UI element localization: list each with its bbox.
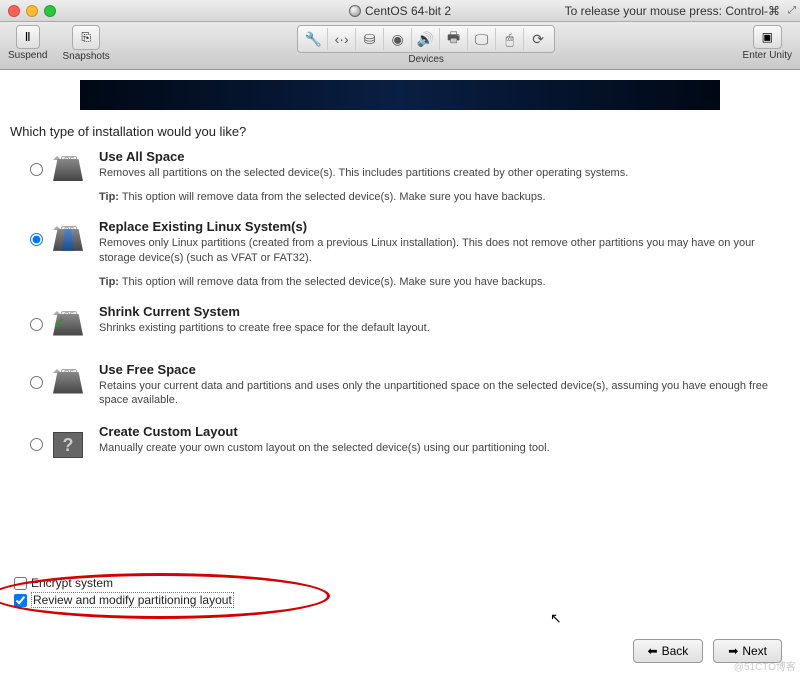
option-shrink[interactable]: OS Shrink Current System Shrinks existin…	[30, 304, 790, 346]
mouse-cursor-icon: ↖	[550, 610, 562, 627]
option-title: Use All Space	[99, 149, 790, 164]
close-window-button[interactable]	[8, 5, 20, 17]
snapshots-button[interactable]: ⎘	[72, 25, 100, 50]
review-layout-checkbox[interactable]	[14, 594, 27, 607]
option-desc: Retains your current data and partitions…	[99, 379, 790, 409]
device-refresh-icon[interactable]: ⟳	[524, 28, 552, 50]
device-display-icon[interactable]: 🖵	[468, 28, 496, 50]
titlebar: CentOS 64-bit 2 To release your mouse pr…	[0, 0, 800, 22]
option-tip: Tip: This option will remove data from t…	[99, 276, 790, 288]
option-replace-linux[interactable]: OS Replace Existing Linux System(s) Remo…	[30, 219, 790, 288]
radio-replace-linux[interactable]	[30, 233, 43, 246]
option-desc: Shrinks existing partitions to create fr…	[99, 321, 790, 336]
installer-content: Which type of installation would you lik…	[0, 70, 800, 675]
watermark: @51CTO博客	[734, 658, 796, 673]
arrow-left-icon: ⬅	[648, 644, 658, 658]
radio-shrink[interactable]	[30, 318, 43, 331]
back-button[interactable]: ⬅ Back	[633, 639, 704, 663]
option-free-space[interactable]: OS Use Free Space Retains your current d…	[30, 362, 790, 409]
review-layout-row[interactable]: Review and modify partitioning layout	[14, 592, 234, 608]
zoom-window-button[interactable]	[44, 5, 56, 17]
option-desc: Manually create your own custom layout o…	[99, 441, 790, 456]
next-label: Next	[742, 644, 767, 658]
window-title: CentOS 64-bit 2	[349, 4, 451, 18]
device-wrench-icon[interactable]: 🔧	[300, 28, 328, 50]
device-printer-icon[interactable]: 🖶	[440, 28, 468, 50]
radio-free-space[interactable]	[30, 376, 43, 389]
enter-unity-label: Enter Unity	[743, 50, 792, 61]
option-title: Use Free Space	[99, 362, 790, 377]
suspend-button[interactable]: Ⅱ	[16, 25, 40, 49]
suspend-label: Suspend	[8, 50, 47, 61]
encrypt-system-checkbox[interactable]	[14, 577, 27, 590]
option-title: Shrink Current System	[99, 304, 790, 319]
review-layout-label: Review and modify partitioning layout	[31, 592, 234, 608]
toolbar: Ⅱ Suspend ⎘ Snapshots 🔧 ‹·› ⛁ ◉ 🔊 🖶 🖵 🖱 …	[0, 22, 800, 70]
installer-banner	[80, 80, 720, 110]
question-mark-icon: ?	[53, 432, 83, 458]
radio-custom[interactable]	[30, 438, 43, 451]
snapshots-icon: ⎘	[81, 30, 91, 45]
option-desc: Removes only Linux partitions (created f…	[99, 236, 790, 266]
radio-use-all-space[interactable]	[30, 163, 43, 176]
pause-icon: Ⅱ	[25, 30, 31, 44]
snapshots-label: Snapshots	[62, 51, 109, 62]
devices-group: 🔧 ‹·› ⛁ ◉ 🔊 🖶 🖵 🖱 ⟳	[297, 25, 555, 53]
option-title: Replace Existing Linux System(s)	[99, 219, 790, 234]
device-network-icon[interactable]: ‹·›	[328, 28, 356, 50]
device-harddisk-icon[interactable]: ⛁	[356, 28, 384, 50]
enter-unity-button[interactable]: ▣	[753, 25, 782, 49]
devices-label: Devices	[408, 54, 444, 65]
back-label: Back	[662, 644, 689, 658]
option-custom[interactable]: ? Create Custom Layout Manually create y…	[30, 424, 790, 458]
option-tip: Tip: This option will remove data from t…	[99, 191, 790, 203]
option-title: Create Custom Layout	[99, 424, 790, 439]
option-desc: Removes all partitions on the selected d…	[99, 166, 790, 181]
option-use-all-space[interactable]: OS Use All Space Removes all partitions …	[30, 149, 790, 203]
encrypt-system-label: Encrypt system	[31, 576, 113, 590]
expand-icon[interactable]: ⤢	[788, 5, 796, 16]
device-sound-icon[interactable]: 🔊	[412, 28, 440, 50]
minimize-window-button[interactable]	[26, 5, 38, 17]
device-cdrom-icon[interactable]: ◉	[384, 28, 412, 50]
disc-icon	[349, 5, 361, 17]
mouse-release-hint: To release your mouse press: Control-⌘	[565, 4, 780, 18]
install-type-question: Which type of installation would you lik…	[0, 120, 800, 149]
encrypt-system-row[interactable]: Encrypt system	[14, 576, 234, 590]
device-mouse-icon[interactable]: 🖱	[496, 28, 524, 50]
arrow-right-icon: ➡	[728, 644, 738, 658]
unity-icon: ▣	[762, 30, 773, 44]
